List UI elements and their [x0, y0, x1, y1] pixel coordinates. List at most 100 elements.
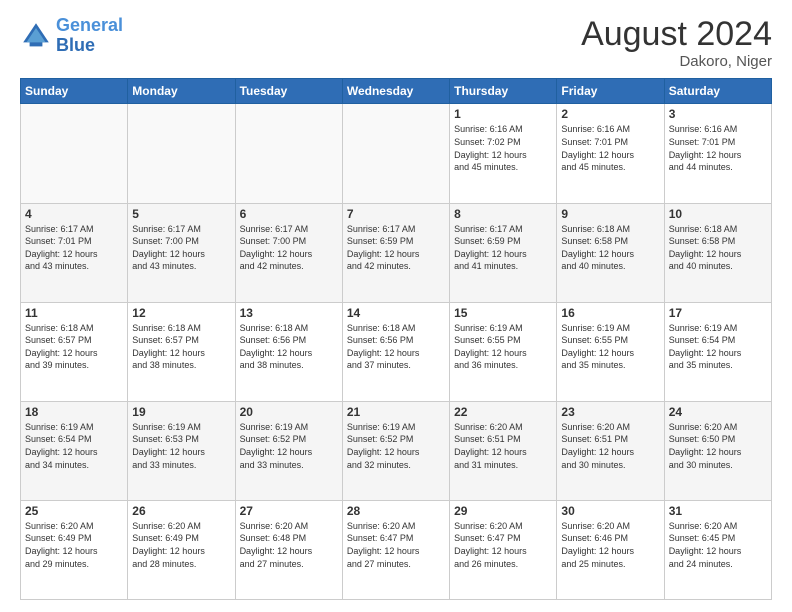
table-row: 15 Sunrise: 6:19 AM Sunset: 6:55 PM Dayli…: [450, 302, 557, 401]
table-row: 5 Sunrise: 6:17 AM Sunset: 7:00 PM Daylig…: [128, 203, 235, 302]
day-info: Sunrise: 6:16 AM Sunset: 7:02 PM Dayligh…: [454, 123, 552, 173]
day-info: Sunrise: 6:16 AM Sunset: 7:01 PM Dayligh…: [669, 123, 767, 173]
table-row: 23 Sunrise: 6:20 AM Sunset: 6:51 PM Dayli…: [557, 401, 664, 500]
table-row: 17 Sunrise: 6:19 AM Sunset: 6:54 PM Dayli…: [664, 302, 771, 401]
col-wednesday: Wednesday: [342, 79, 449, 104]
day-info: Sunrise: 6:20 AM Sunset: 6:49 PM Dayligh…: [25, 520, 123, 570]
month-year: August 2024: [581, 16, 772, 53]
day-number: 25: [25, 504, 123, 518]
table-row: 19 Sunrise: 6:19 AM Sunset: 6:53 PM Dayli…: [128, 401, 235, 500]
day-number: 6: [240, 207, 338, 221]
day-info: Sunrise: 6:18 AM Sunset: 6:58 PM Dayligh…: [669, 223, 767, 273]
col-sunday: Sunday: [21, 79, 128, 104]
day-number: 9: [561, 207, 659, 221]
table-row: 3 Sunrise: 6:16 AM Sunset: 7:01 PM Daylig…: [664, 104, 771, 203]
day-info: Sunrise: 6:18 AM Sunset: 6:58 PM Dayligh…: [561, 223, 659, 273]
day-info: Sunrise: 6:20 AM Sunset: 6:51 PM Dayligh…: [561, 421, 659, 471]
page: General Blue August 2024 Dakoro, Niger S…: [0, 0, 792, 612]
day-number: 23: [561, 405, 659, 419]
logo: General Blue: [20, 16, 123, 56]
day-number: 17: [669, 306, 767, 320]
table-row: 6 Sunrise: 6:17 AM Sunset: 7:00 PM Daylig…: [235, 203, 342, 302]
day-info: Sunrise: 6:16 AM Sunset: 7:01 PM Dayligh…: [561, 123, 659, 173]
table-row: 20 Sunrise: 6:19 AM Sunset: 6:52 PM Dayli…: [235, 401, 342, 500]
logo-text: General Blue: [56, 16, 123, 56]
table-row: 27 Sunrise: 6:20 AM Sunset: 6:48 PM Dayli…: [235, 500, 342, 599]
day-number: 11: [25, 306, 123, 320]
day-number: 1: [454, 107, 552, 121]
col-friday: Friday: [557, 79, 664, 104]
table-row: 12Sunrise: 6:18 AM Sunset: 6:57 PM Dayli…: [128, 302, 235, 401]
calendar-week-2: 4 Sunrise: 6:17 AM Sunset: 7:01 PM Daylig…: [21, 203, 772, 302]
day-number: 4: [25, 207, 123, 221]
day-info: Sunrise: 6:20 AM Sunset: 6:51 PM Dayligh…: [454, 421, 552, 471]
table-row: 2Sunrise: 6:16 AM Sunset: 7:01 PM Daylig…: [557, 104, 664, 203]
table-row: 10Sunrise: 6:18 AM Sunset: 6:58 PM Dayli…: [664, 203, 771, 302]
day-info: Sunrise: 6:19 AM Sunset: 6:54 PM Dayligh…: [669, 322, 767, 372]
location: Dakoro, Niger: [581, 53, 772, 70]
table-row: 22Sunrise: 6:20 AM Sunset: 6:51 PM Dayli…: [450, 401, 557, 500]
day-number: 5: [132, 207, 230, 221]
day-number: 3: [669, 107, 767, 121]
table-row: 4 Sunrise: 6:17 AM Sunset: 7:01 PM Daylig…: [21, 203, 128, 302]
logo-general: General: [56, 15, 123, 35]
day-info: Sunrise: 6:19 AM Sunset: 6:53 PM Dayligh…: [132, 421, 230, 471]
table-row: [342, 104, 449, 203]
table-row: 7Sunrise: 6:17 AM Sunset: 6:59 PM Daylig…: [342, 203, 449, 302]
day-info: Sunrise: 6:19 AM Sunset: 6:54 PM Dayligh…: [25, 421, 123, 471]
table-row: 25 Sunrise: 6:20 AM Sunset: 6:49 PM Dayli…: [21, 500, 128, 599]
day-info: Sunrise: 6:19 AM Sunset: 6:55 PM Dayligh…: [454, 322, 552, 372]
table-row: 24Sunrise: 6:20 AM Sunset: 6:50 PM Dayli…: [664, 401, 771, 500]
table-row: [128, 104, 235, 203]
day-info: Sunrise: 6:19 AM Sunset: 6:55 PM Dayligh…: [561, 322, 659, 372]
day-info: Sunrise: 6:20 AM Sunset: 6:48 PM Dayligh…: [240, 520, 338, 570]
day-info: Sunrise: 6:20 AM Sunset: 6:45 PM Dayligh…: [669, 520, 767, 570]
day-info: Sunrise: 6:19 AM Sunset: 6:52 PM Dayligh…: [240, 421, 338, 471]
day-info: Sunrise: 6:17 AM Sunset: 7:00 PM Dayligh…: [132, 223, 230, 273]
title-block: August 2024 Dakoro, Niger: [581, 16, 772, 70]
day-number: 16: [561, 306, 659, 320]
day-number: 21: [347, 405, 445, 419]
day-number: 18: [25, 405, 123, 419]
day-number: 13: [240, 306, 338, 320]
day-info: Sunrise: 6:19 AM Sunset: 6:52 PM Dayligh…: [347, 421, 445, 471]
calendar: Sunday Monday Tuesday Wednesday Thursday…: [20, 78, 772, 600]
logo-blue: Blue: [56, 35, 95, 55]
table-row: 29 Sunrise: 6:20 AM Sunset: 6:47 PM Dayli…: [450, 500, 557, 599]
calendar-header-row: Sunday Monday Tuesday Wednesday Thursday…: [21, 79, 772, 104]
col-saturday: Saturday: [664, 79, 771, 104]
day-number: 29: [454, 504, 552, 518]
day-number: 7: [347, 207, 445, 221]
day-info: Sunrise: 6:18 AM Sunset: 6:56 PM Dayligh…: [347, 322, 445, 372]
calendar-week-4: 18 Sunrise: 6:19 AM Sunset: 6:54 PM Dayli…: [21, 401, 772, 500]
table-row: 28Sunrise: 6:20 AM Sunset: 6:47 PM Dayli…: [342, 500, 449, 599]
day-number: 19: [132, 405, 230, 419]
table-row: [21, 104, 128, 203]
day-info: Sunrise: 6:17 AM Sunset: 7:00 PM Dayligh…: [240, 223, 338, 273]
table-row: 9 Sunrise: 6:18 AM Sunset: 6:58 PM Daylig…: [557, 203, 664, 302]
col-monday: Monday: [128, 79, 235, 104]
logo-icon: [20, 20, 52, 52]
table-row: 11 Sunrise: 6:18 AM Sunset: 6:57 PM Dayli…: [21, 302, 128, 401]
day-info: Sunrise: 6:18 AM Sunset: 6:56 PM Dayligh…: [240, 322, 338, 372]
day-number: 15: [454, 306, 552, 320]
day-number: 30: [561, 504, 659, 518]
calendar-week-3: 11 Sunrise: 6:18 AM Sunset: 6:57 PM Dayli…: [21, 302, 772, 401]
day-number: 20: [240, 405, 338, 419]
day-info: Sunrise: 6:20 AM Sunset: 6:46 PM Dayligh…: [561, 520, 659, 570]
table-row: 30 Sunrise: 6:20 AM Sunset: 6:46 PM Dayli…: [557, 500, 664, 599]
day-info: Sunrise: 6:20 AM Sunset: 6:47 PM Dayligh…: [347, 520, 445, 570]
calendar-week-5: 25 Sunrise: 6:20 AM Sunset: 6:49 PM Dayli…: [21, 500, 772, 599]
day-info: Sunrise: 6:20 AM Sunset: 6:49 PM Dayligh…: [132, 520, 230, 570]
day-info: Sunrise: 6:20 AM Sunset: 6:47 PM Dayligh…: [454, 520, 552, 570]
day-number: 26: [132, 504, 230, 518]
day-info: Sunrise: 6:17 AM Sunset: 7:01 PM Dayligh…: [25, 223, 123, 273]
header: General Blue August 2024 Dakoro, Niger: [20, 16, 772, 70]
table-row: 14Sunrise: 6:18 AM Sunset: 6:56 PM Dayli…: [342, 302, 449, 401]
day-number: 24: [669, 405, 767, 419]
day-number: 27: [240, 504, 338, 518]
table-row: 8Sunrise: 6:17 AM Sunset: 6:59 PM Daylig…: [450, 203, 557, 302]
day-info: Sunrise: 6:18 AM Sunset: 6:57 PM Dayligh…: [25, 322, 123, 372]
calendar-week-1: 1 Sunrise: 6:16 AM Sunset: 7:02 PM Daylig…: [21, 104, 772, 203]
day-info: Sunrise: 6:17 AM Sunset: 6:59 PM Dayligh…: [454, 223, 552, 273]
